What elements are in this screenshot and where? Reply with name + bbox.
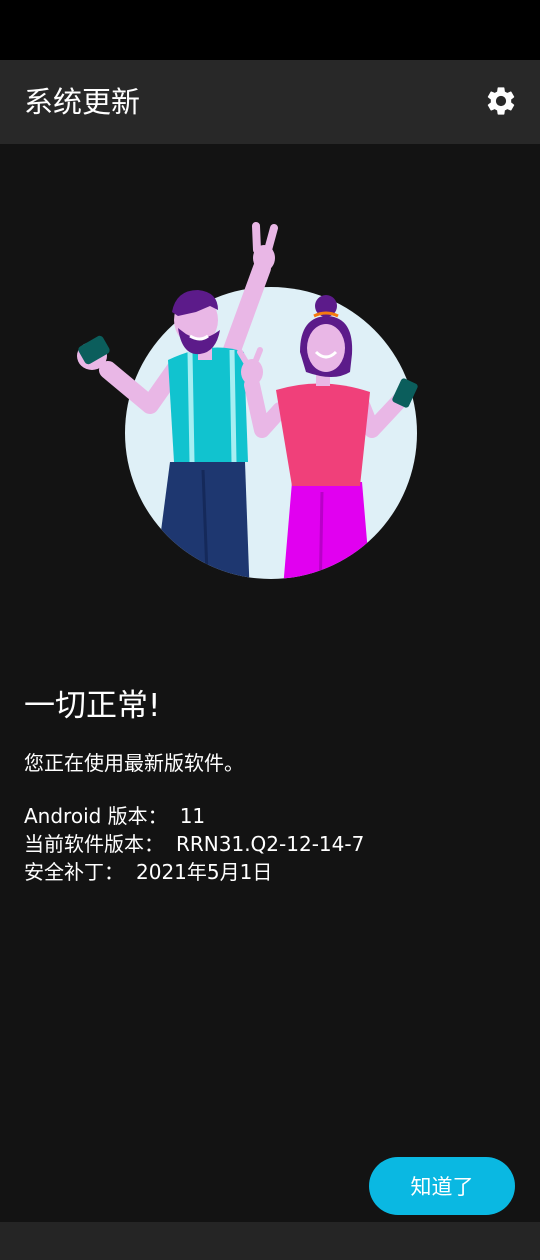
- status-headline: 一切正常!: [24, 688, 161, 724]
- status-bar: [0, 0, 540, 60]
- android-version-row: Android 版本： 11: [24, 802, 364, 830]
- security-patch-row: 安全补丁： 2021年5月1日: [24, 858, 364, 886]
- gear-icon: [487, 87, 515, 115]
- version-info: Android 版本： 11 当前软件版本： RRN31.Q2-12-14-7 …: [24, 802, 364, 886]
- software-version-label: 当前软件版本：: [24, 832, 164, 856]
- app-bar: 系统更新: [0, 60, 540, 144]
- settings-button[interactable]: [480, 80, 522, 122]
- security-patch-value: 2021年5月1日: [136, 860, 273, 884]
- android-version-label: Android 版本：: [24, 804, 168, 828]
- got-it-button[interactable]: 知道了: [369, 1157, 515, 1215]
- page-title: 系统更新: [24, 85, 141, 119]
- navigation-bar: [0, 1222, 540, 1260]
- software-version-value: RRN31.Q2-12-14-7: [176, 832, 365, 856]
- software-version-row: 当前软件版本： RRN31.Q2-12-14-7: [24, 830, 364, 858]
- hero-illustration: [77, 222, 418, 579]
- android-version-value: 11: [179, 804, 206, 828]
- status-subtitle: 您正在使用最新版软件。: [24, 751, 244, 775]
- security-patch-label: 安全补丁：: [24, 860, 124, 884]
